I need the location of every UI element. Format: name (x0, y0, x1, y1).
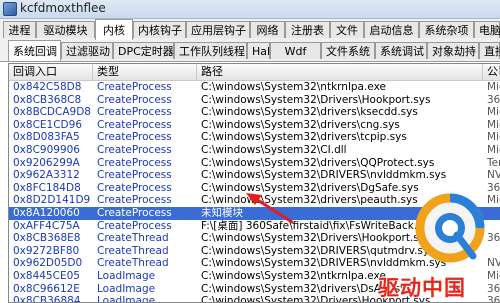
callback-type-cell: CreateProcess (97, 156, 172, 169)
tab-registry[interactable]: 注册表 (285, 21, 330, 38)
callback-entry-cell: 0x9206299A (13, 156, 80, 169)
callback-entry-cell: 0x8445CE05 (13, 269, 80, 282)
company-cell: Micro (487, 131, 500, 144)
callback-entry-cell: 0x8C96612E (13, 282, 80, 295)
window-title: kcfdmoxthflee (20, 1, 106, 15)
main-tab-bar: 进程 驱动模块 内核 内核钩子 应用层钩子 网络 注册表 文件 启动信息 系统杂… (0, 19, 500, 41)
company-cell: 3605 (487, 93, 500, 106)
callback-entry-cell: 0x8C909906 (13, 143, 80, 156)
callback-type-cell: LoadImage (97, 282, 156, 295)
callback-entry-cell: 0x8CB368E8 (13, 232, 81, 245)
callback-type-cell: CreateProcess (97, 93, 172, 106)
module-path-cell: C:\windows\System32\drivers\cng.sys (201, 118, 400, 131)
tab-system-debug[interactable]: 系统调试 (375, 42, 427, 59)
tab-wdf[interactable]: Wdf (270, 42, 321, 59)
tab-dpc-timers[interactable]: DPC定时器 (113, 42, 174, 59)
callback-type-cell: CreateProcess (97, 118, 172, 131)
module-path-cell: C:\windows\System32\DRIVERS\nvlddmkm.sys (201, 169, 447, 182)
module-path-cell: C:\windows\System32\ntkrnlpa.exe (201, 81, 386, 93)
tab-system-callbacks[interactable]: 系统回调 (8, 40, 61, 61)
table-row[interactable]: 0x8CE1CD96 CreateProcess C:\windows\System… (9, 119, 500, 132)
module-path-cell: C:\windows\System32\drivers\ksecdd.sys (201, 106, 418, 119)
table-row[interactable]: 0x8D083FA5 CreateProcess C:\windows\System… (9, 131, 500, 144)
callback-type-cell: CreateProcess (97, 131, 172, 144)
callback-type-cell: CreateProcess (97, 194, 172, 207)
column-header-type[interactable]: 类型 (93, 64, 197, 80)
table-row[interactable]: 0x8CB368C8 CreateProcess C:\windows\System… (9, 94, 500, 107)
table-row[interactable]: 0x8BCDCA9D8 CreateProcess C:\windows\Syste… (9, 106, 500, 119)
callback-entry-cell: 0x9272BF80 (13, 244, 80, 257)
tab-work-queue-threads[interactable]: 工作队列线程 (174, 42, 247, 59)
callback-type-cell: CreateThread (97, 232, 169, 245)
callback-entry-cell: 0x842C58D8 (13, 81, 82, 93)
sub-tab-bar: 系统回调 过滤驱动 DPC定时器 工作队列线程 Hal Wdf 文件系统 系统调… (0, 40, 500, 62)
tab-direct[interactable]: 直接 (479, 42, 500, 59)
callback-entry-cell: 0x8FC184D8 (13, 181, 81, 194)
callback-entry-cell: 0x8BCDCA9D8 (13, 106, 91, 119)
company-cell: Tenc (487, 156, 500, 169)
callback-entry-cell: 0x8D083FA5 (13, 131, 80, 144)
tab-driver-modules[interactable]: 驱动模块 (36, 21, 95, 38)
callback-entry-cell: 0x962D05D0 (13, 257, 83, 270)
table-row[interactable]: 0x8C909906 CreateProcess C:\windows\System… (9, 144, 500, 157)
company-cell: Micro (487, 81, 500, 93)
company-cell: Micro (487, 143, 500, 156)
callback-entry-cell: 0x8CE1CD96 (13, 118, 82, 131)
callback-entry-cell: 0x8A120060 (13, 206, 80, 219)
callback-type-cell: CreateThread (97, 244, 169, 257)
module-path-cell: C:\windows\System32\CI.dll (201, 143, 347, 156)
callback-type-cell: CreateProcess (97, 219, 172, 232)
callback-entry-cell: 0x8CB36884 (13, 295, 81, 303)
module-path-cell: C:\windows\System32\drivers\tcpip.sys (201, 131, 407, 144)
tab-pc-checkup[interactable]: 电脑体 (474, 21, 500, 38)
company-cell: Micro (487, 106, 500, 119)
tab-object-hijack[interactable]: 对象劫持 (427, 42, 479, 59)
tab-kernel[interactable]: 内核 (95, 19, 133, 40)
column-header-company[interactable]: 公司 (483, 64, 500, 80)
callback-type-cell: CreateProcess (97, 106, 172, 119)
title-bar: kcfdmoxthflee (0, 0, 500, 19)
table-row[interactable]: 0x842C58D8 CreateProcess C:\windows\System… (9, 81, 500, 94)
callback-type-cell: CreateProcess (97, 143, 172, 156)
tab-kernel-hooks[interactable]: 内核钩子 (133, 21, 186, 38)
list-header: 回调入口 类型 路径 公司 (9, 64, 500, 81)
column-header-path[interactable]: 路径 (197, 64, 483, 80)
module-path-cell: C:\windows\System32\drivers\QQProtect.sy… (201, 156, 435, 169)
column-header-entry[interactable]: 回调入口 (9, 64, 93, 80)
tab-startup-info[interactable]: 启动信息 (364, 21, 419, 38)
app-icon (3, 2, 17, 16)
watermark-text: 驱动中国 (378, 276, 466, 300)
callback-type-cell: LoadImage (97, 269, 156, 282)
tab-filter-drivers[interactable]: 过滤驱动 (61, 42, 113, 59)
callback-type-cell: LoadImage (97, 295, 156, 303)
callback-type-cell: CreateProcess (97, 181, 172, 194)
callback-type-cell: CreateProcess (97, 81, 172, 93)
tab-process[interactable]: 进程 (3, 21, 36, 38)
tab-app-hooks[interactable]: 应用层钩子 (186, 21, 250, 38)
table-row[interactable]: 0x9206299A CreateProcess C:\windows\System… (9, 157, 500, 170)
callback-entry-cell: 0x8CB368C8 (13, 93, 82, 106)
module-path-cell: C:\windows\System32\Drivers\Hookport.sys (201, 93, 431, 106)
callback-entry-cell: 0xAFF4C75A (13, 219, 80, 232)
tab-hal[interactable]: Hal (247, 42, 270, 59)
watermark-logo (415, 193, 485, 263)
company-cell: NVID (487, 169, 500, 182)
tab-files[interactable]: 文件 (330, 21, 364, 38)
callback-type-cell: CreateThread (97, 257, 169, 270)
tab-file-system[interactable]: 文件系统 (321, 42, 375, 59)
callback-type-cell: CreateProcess (97, 169, 172, 182)
tab-system-misc[interactable]: 系统杂项 (419, 21, 474, 38)
tab-network[interactable]: 网络 (250, 21, 285, 38)
table-row[interactable]: 0x962A3312 CreateProcess C:\windows\System… (9, 169, 500, 182)
callback-entry-cell: 0x8D2D141D9 (13, 194, 91, 207)
company-cell: Micro (487, 118, 500, 131)
callback-type-cell: CreateProcess (97, 206, 172, 219)
callback-entry-cell: 0x962A3312 (13, 169, 80, 182)
